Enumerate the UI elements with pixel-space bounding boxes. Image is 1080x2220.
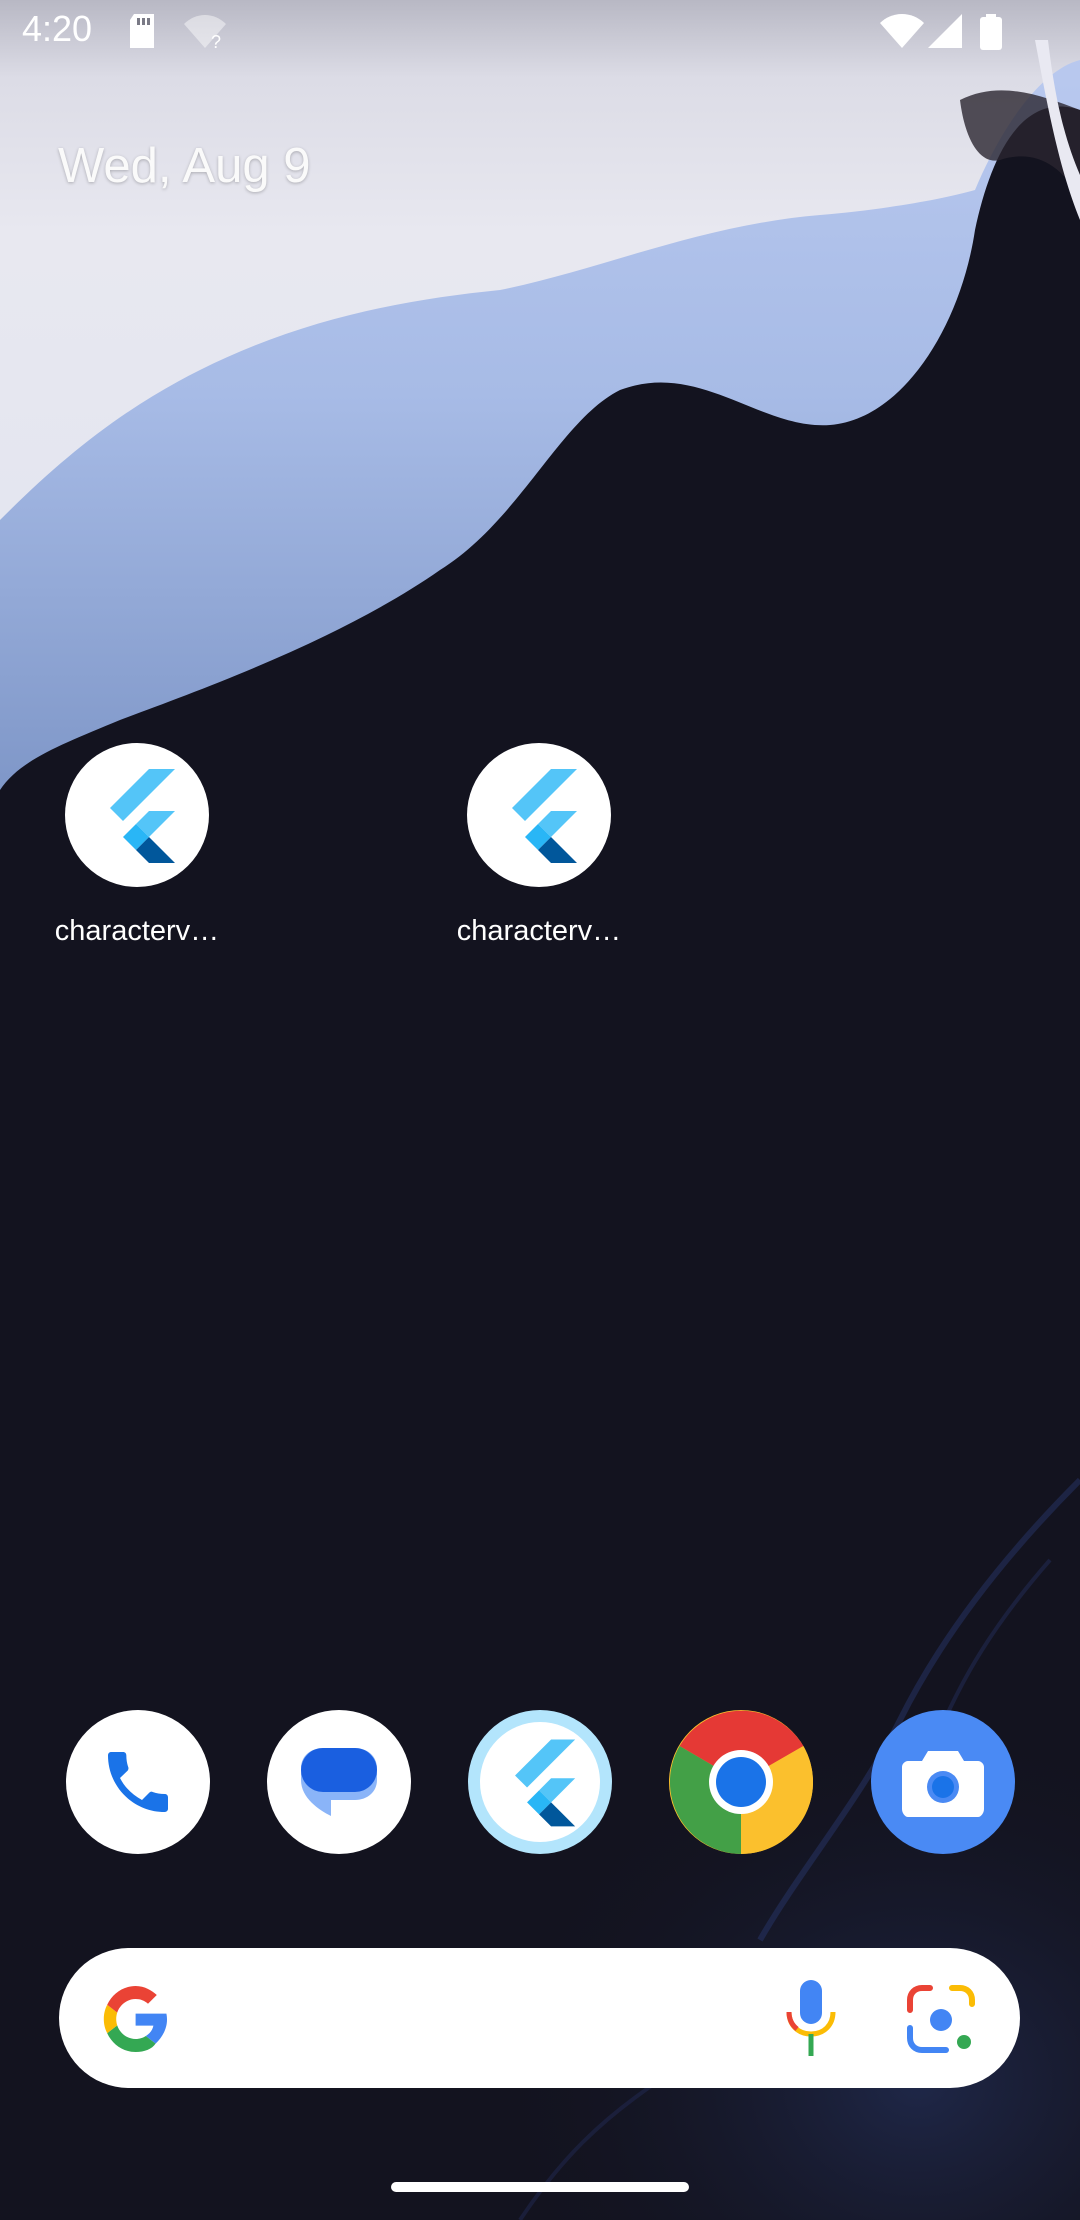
date-widget[interactable]: Wed, Aug 9 xyxy=(58,138,310,194)
flutter-icon xyxy=(515,1739,576,1827)
flutter-icon xyxy=(467,743,611,887)
battery-icon xyxy=(980,14,1002,55)
sd-card-icon xyxy=(128,14,156,53)
wifi-icon xyxy=(880,14,924,53)
phone-app[interactable] xyxy=(66,1710,210,1854)
camera-icon xyxy=(902,1751,984,1817)
app-label: characterv… xyxy=(54,915,220,947)
google-search-bar[interactable] xyxy=(59,1948,1020,2088)
cell-signal-icon xyxy=(928,14,962,53)
status-bar: 4:20 ? xyxy=(0,0,1080,64)
google-lens-icon[interactable] xyxy=(906,1984,976,2054)
google-icon xyxy=(103,1986,167,2052)
phone-icon xyxy=(108,1752,168,1812)
app-shortcut-characterv-2[interactable]: characterv… xyxy=(439,743,639,948)
home-screen: 4:20 ? Wed, Aug 9 characterv… characterv… xyxy=(0,0,1080,2220)
wallpaper xyxy=(0,0,1080,2220)
messages-app[interactable] xyxy=(267,1710,411,1854)
svg-text:?: ? xyxy=(211,32,221,50)
clock: 4:20 xyxy=(22,8,93,49)
flutter-app[interactable] xyxy=(468,1710,612,1854)
app-shortcut-characterv-1[interactable]: characterv… xyxy=(37,743,237,948)
gesture-navigation-bar[interactable] xyxy=(391,2182,689,2192)
flutter-icon xyxy=(65,743,209,887)
messages-icon xyxy=(301,1748,377,1816)
app-label: characterv… xyxy=(456,915,622,947)
chrome-app[interactable] xyxy=(669,1710,813,1854)
chrome-icon xyxy=(669,1710,813,1854)
camera-app[interactable] xyxy=(871,1710,1015,1854)
wifi-unknown-icon: ? xyxy=(182,14,228,55)
microphone-icon[interactable] xyxy=(783,1980,839,2056)
